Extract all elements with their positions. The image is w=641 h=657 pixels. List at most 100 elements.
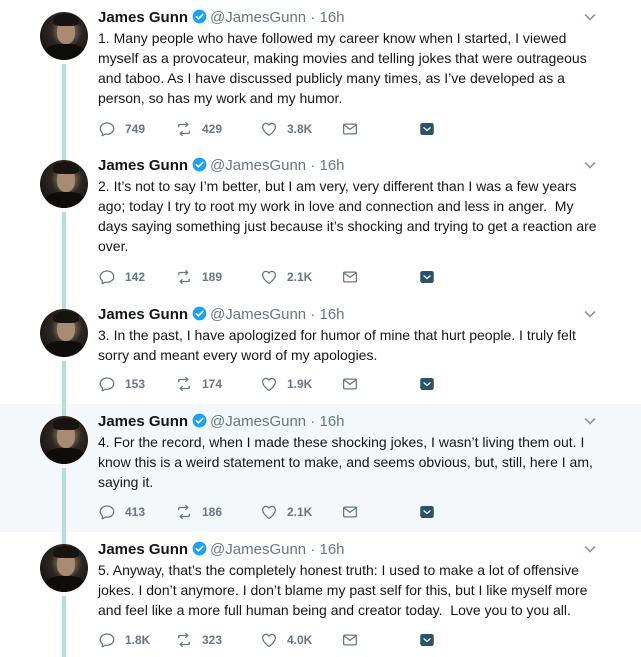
direct-message-button[interactable] — [341, 267, 359, 287]
verified-badge-icon — [192, 9, 207, 24]
separator-dot: · — [310, 413, 316, 430]
retweet-icon — [178, 121, 190, 137]
analytics-button[interactable] — [418, 630, 436, 650]
retweet-count: 429 — [202, 122, 223, 136]
thread-connector-line — [62, 148, 66, 160]
thread-connector-line — [62, 468, 66, 532]
heart-icon — [261, 270, 277, 285]
chevron-down-icon[interactable] — [583, 416, 597, 426]
analytics-button[interactable] — [418, 119, 436, 139]
thread-connector-line — [62, 297, 66, 309]
like-button[interactable]: 2.1K — [260, 502, 312, 522]
author-name[interactable]: James Gunn — [98, 541, 188, 558]
reply-icon — [99, 505, 115, 520]
timestamp[interactable]: 16h — [319, 157, 344, 174]
tweet-header: James Gunn @JamesGunn · 16h — [98, 8, 345, 28]
thread-connector-line — [62, 361, 66, 404]
reply-count: 1.8K — [125, 633, 151, 647]
analytics-button[interactable] — [418, 374, 436, 394]
like-button[interactable]: 3.8K — [260, 119, 312, 139]
thread-connector-line — [62, 212, 66, 297]
analytics-button[interactable] — [418, 502, 436, 522]
thread-connector-line — [62, 532, 66, 544]
author-handle[interactable]: @JamesGunn — [210, 413, 306, 430]
separator-dot: · — [310, 9, 316, 26]
chevron-down-icon[interactable] — [583, 309, 597, 319]
heart-icon — [261, 122, 277, 137]
reply-button[interactable]: 153 — [98, 374, 145, 394]
retweet-button[interactable]: 186 — [175, 502, 222, 522]
author-handle[interactable]: @JamesGunn — [210, 9, 306, 26]
retweet-button[interactable]: 323 — [175, 630, 222, 650]
thread-connector-line — [62, 596, 66, 657]
like-count: 1.9K — [287, 377, 313, 391]
direct-message-button[interactable] — [341, 502, 359, 522]
tweet-actions: 749 429 3.8K — [98, 119, 458, 139]
like-count: 2.1K — [287, 505, 313, 519]
tweet-header: James Gunn @JamesGunn · 16h — [98, 156, 345, 176]
reply-button[interactable]: 413 — [98, 502, 145, 522]
separator-dot: · — [310, 541, 316, 558]
chevron-down-icon[interactable] — [583, 12, 597, 22]
like-button[interactable]: 2.1K — [260, 267, 312, 287]
retweet-icon — [178, 504, 190, 520]
retweet-button[interactable]: 189 — [175, 267, 222, 287]
timestamp[interactable]: 16h — [319, 9, 344, 26]
tweet-header: James Gunn @JamesGunn · 16h — [98, 540, 345, 560]
like-button[interactable]: 4.0K — [260, 630, 312, 650]
author-name[interactable]: James Gunn — [98, 413, 188, 430]
avatar[interactable] — [40, 12, 88, 60]
reply-icon — [99, 377, 115, 392]
author-handle[interactable]: @JamesGunn — [210, 157, 306, 174]
reply-button[interactable]: 1.8K — [98, 630, 150, 650]
like-button[interactable]: 1.9K — [260, 374, 312, 394]
author-name[interactable]: James Gunn — [98, 9, 188, 26]
author-handle[interactable]: @JamesGunn — [210, 306, 306, 323]
author-handle[interactable]: @JamesGunn — [210, 541, 306, 558]
analytics-icon — [420, 123, 434, 135]
reply-count: 413 — [125, 505, 146, 519]
analytics-button[interactable] — [418, 267, 436, 287]
envelope-icon — [342, 634, 358, 646]
author-name[interactable]: James Gunn — [98, 157, 188, 174]
retweet-count: 174 — [202, 377, 223, 391]
timestamp[interactable]: 16h — [319, 306, 344, 323]
verified-badge-icon — [192, 541, 207, 556]
avatar[interactable] — [40, 309, 88, 357]
tweet-5[interactable]: James Gunn @JamesGunn · 16h 5. Anyway, th… — [0, 532, 641, 657]
tweet-4[interactable]: James Gunn @JamesGunn · 16h 4. For the re… — [0, 404, 641, 532]
chevron-down-icon[interactable] — [583, 160, 597, 170]
analytics-icon — [420, 378, 434, 390]
retweet-button[interactable]: 429 — [175, 119, 222, 139]
verified-badge-icon — [192, 157, 207, 172]
direct-message-button[interactable] — [341, 119, 359, 139]
separator-dot: · — [310, 157, 316, 174]
thread-connector-line — [62, 64, 66, 148]
direct-message-button[interactable] — [341, 630, 359, 650]
avatar[interactable] — [40, 544, 88, 592]
verified-badge-icon — [192, 413, 207, 428]
retweet-icon — [178, 632, 190, 648]
retweet-button[interactable]: 174 — [175, 374, 222, 394]
reply-button[interactable]: 142 — [98, 267, 145, 287]
author-name[interactable]: James Gunn — [98, 306, 188, 323]
timestamp[interactable]: 16h — [319, 541, 344, 558]
chevron-down-icon[interactable] — [583, 544, 597, 554]
heart-icon — [261, 505, 277, 520]
tweet-3[interactable]: James Gunn @JamesGunn · 16h 3. In the pas… — [0, 297, 641, 404]
like-count: 4.0K — [287, 633, 313, 647]
direct-message-button[interactable] — [341, 374, 359, 394]
retweet-icon — [178, 376, 190, 392]
timestamp[interactable]: 16h — [319, 413, 344, 430]
avatar[interactable] — [40, 160, 88, 208]
reply-button[interactable]: 749 — [98, 119, 145, 139]
retweet-icon — [178, 269, 190, 285]
avatar[interactable] — [40, 416, 88, 464]
tweet-header: James Gunn @JamesGunn · 16h — [98, 305, 345, 325]
tweet-text: 3. In the past, I have apologized for hu… — [98, 327, 580, 363]
tweet-2[interactable]: James Gunn @JamesGunn · 16h 2. It’s not t… — [0, 148, 641, 297]
tweet-actions: 153 174 1.9K — [98, 374, 458, 394]
tweet-1[interactable]: James Gunn @JamesGunn · 16h 1. Many peopl… — [0, 0, 641, 148]
analytics-icon — [420, 634, 434, 646]
reply-count: 153 — [125, 377, 146, 391]
